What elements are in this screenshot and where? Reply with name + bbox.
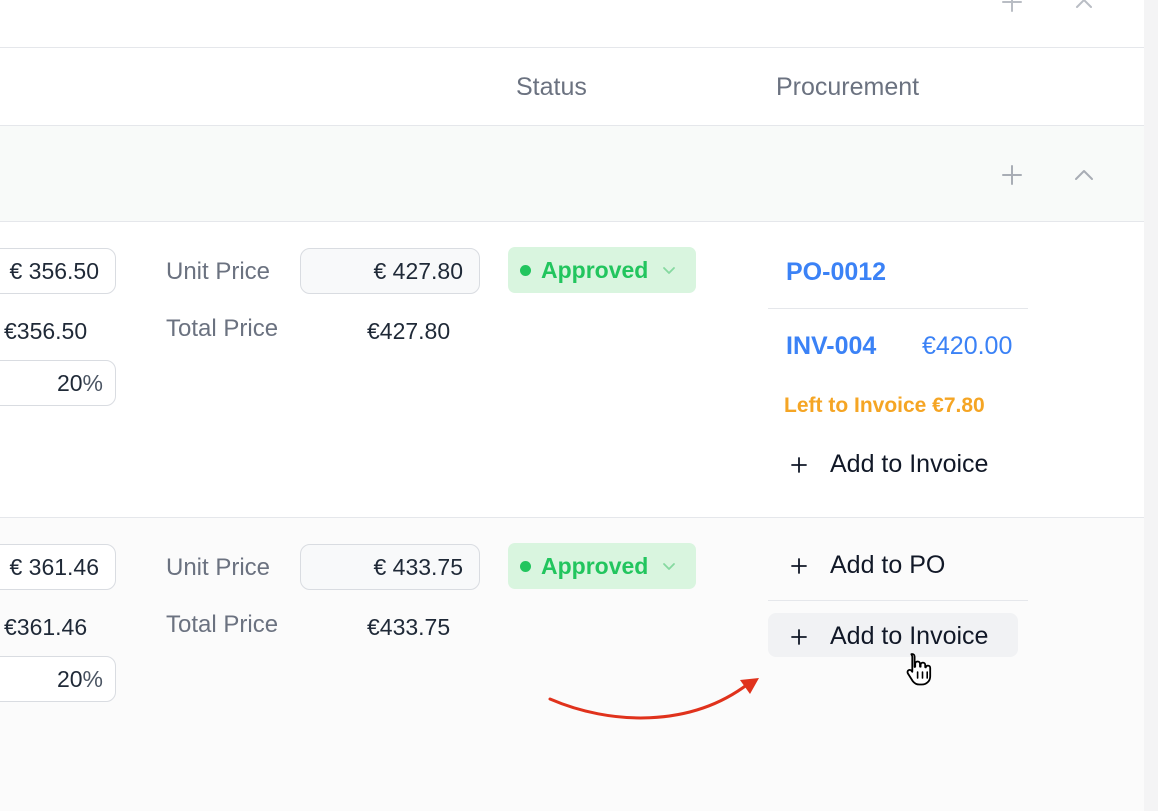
plus-icon [791, 557, 807, 574]
plus-icon [791, 456, 807, 473]
cost-unit-input[interactable]: € 356.50 [0, 248, 116, 294]
chevron-up-icon[interactable] [1072, 163, 1096, 187]
plus-icon [791, 628, 807, 645]
table-header: Status Procurement [0, 48, 1144, 126]
top-section [0, 0, 1144, 48]
chevron-down-icon [663, 267, 676, 274]
add-to-po-button[interactable]: Add to PO [790, 551, 945, 580]
total-price-value: €427.80 [367, 318, 451, 344]
status-dot [520, 264, 531, 276]
plus-icon[interactable] [1000, 0, 1024, 14]
table-row: € 361.46 €361.46 20% Unit Price € 433.75… [0, 518, 1144, 811]
annotation-arrow-icon [548, 678, 759, 720]
cost-total-value: €361.46 [4, 614, 88, 640]
plus-icon[interactable] [1000, 163, 1024, 187]
chevron-down-icon [663, 563, 676, 570]
status-badge[interactable]: Approved [508, 247, 696, 293]
invoice-link[interactable]: INV-004 [786, 332, 876, 361]
divider [768, 600, 1028, 601]
margin-input[interactable]: 20% [0, 656, 116, 702]
header-status: Status [516, 73, 587, 101]
unit-price-input[interactable]: € 427.80 [300, 248, 480, 294]
cost-unit-input[interactable]: € 361.46 [0, 544, 116, 590]
table-row: € 356.50 €356.50 20% Unit Price € 427.80… [0, 222, 1144, 518]
cost-total-value: €356.50 [4, 318, 88, 344]
margin-input[interactable]: 20% [0, 360, 116, 406]
unit-price-label: Unit Price [166, 258, 271, 285]
add-to-invoice-button[interactable]: Add to Invoice [790, 622, 988, 651]
total-price-value: €433.75 [367, 614, 451, 640]
total-price-label: Total Price [166, 315, 279, 342]
unit-price-label: Unit Price [166, 554, 271, 581]
group-row [0, 126, 1144, 222]
close-icon[interactable] [1072, 0, 1096, 12]
divider [768, 308, 1028, 309]
scrollbar[interactable] [1144, 0, 1158, 811]
status-badge[interactable]: Approved [508, 543, 696, 589]
status-dot [520, 560, 531, 572]
total-price-label: Total Price [166, 611, 279, 638]
po-link[interactable]: PO-0012 [786, 258, 886, 287]
header-procurement: Procurement [776, 73, 920, 101]
left-to-invoice-text: Left to Invoice €7.80 [784, 394, 985, 417]
invoice-amount: €420.00 [922, 332, 1013, 360]
hand-cursor-icon [906, 653, 932, 686]
procurement-table: Status Procurement € 356.50 €356.50 20% … [0, 0, 1144, 811]
unit-price-input[interactable]: € 433.75 [300, 544, 480, 590]
add-to-invoice-button[interactable]: Add to Invoice [790, 450, 988, 479]
